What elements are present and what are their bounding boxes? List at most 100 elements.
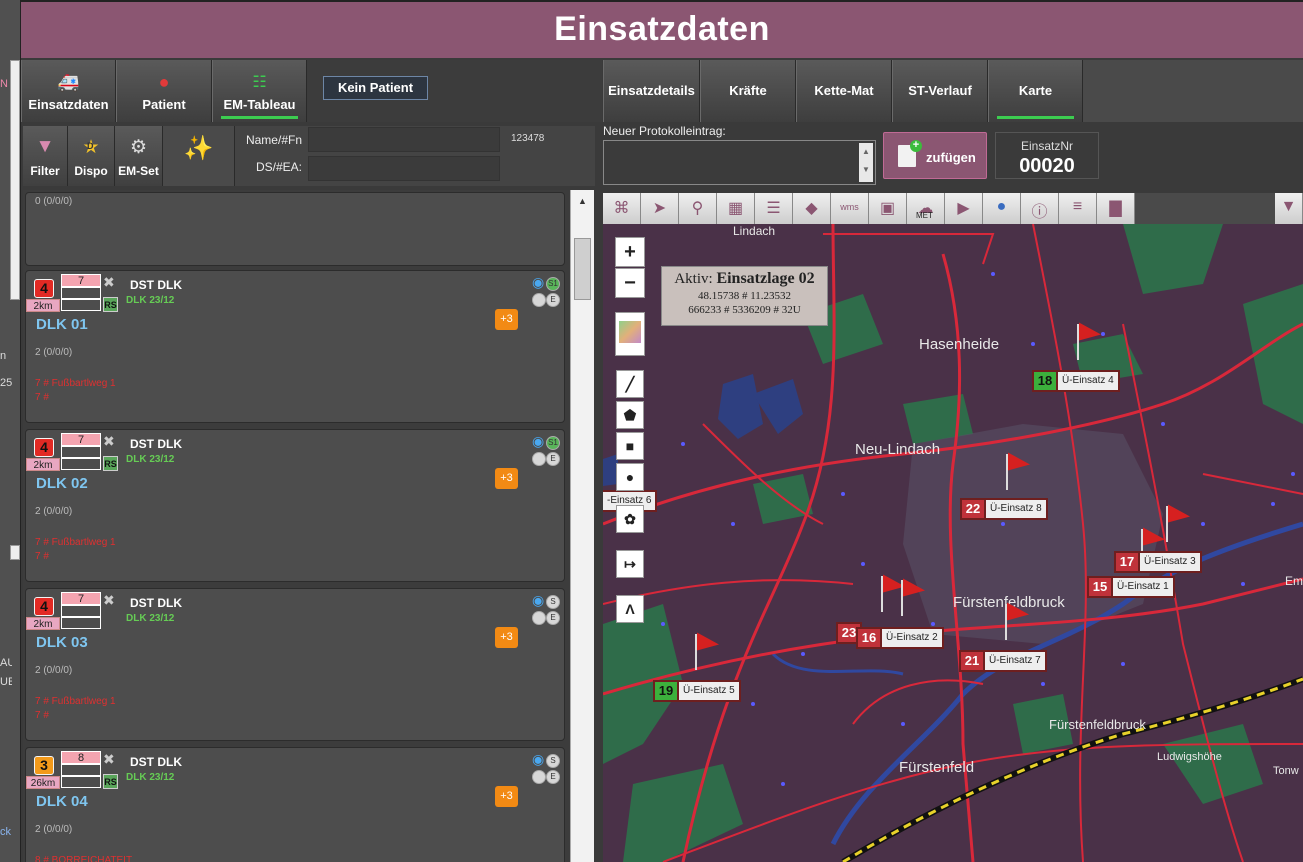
dispo-button[interactable]: ★ D Dispo — [68, 126, 115, 186]
zoom-out-button[interactable]: − — [615, 268, 645, 298]
hierarchy-icon[interactable]: ≡ — [1059, 193, 1097, 224]
pointer-icon[interactable]: ➤ — [641, 193, 679, 224]
status-circle[interactable]: S1 — [546, 436, 560, 450]
plus-button[interactable]: +3 — [495, 627, 518, 648]
met-text: MET — [916, 211, 933, 220]
bar-chart-icon[interactable]: ▇ — [1097, 193, 1135, 224]
incident-flag-icon[interactable] — [1005, 604, 1007, 640]
protocol-input[interactable]: ▲ ▼ — [603, 140, 876, 185]
magic-wand-icon: ✨ — [183, 135, 214, 162]
location-pin-icon[interactable]: ◉ — [532, 274, 544, 291]
incident-flag-icon[interactable] — [1166, 506, 1168, 542]
list-item[interactable]: 4 7 2km ✖ RS DST DLK DLK 23/12 DLK 02 +3… — [25, 429, 565, 582]
left-scrollbar[interactable] — [10, 60, 20, 300]
tab-einsatzdaten[interactable]: 🚑 Einsatzdaten — [21, 60, 116, 122]
incident-marker[interactable]: 22 Ü-Einsatz 8 — [960, 498, 1048, 520]
list-item[interactable]: 0 (0/0/0) — [25, 192, 565, 266]
camera-icon[interactable]: ▣ — [869, 193, 907, 224]
info-icon[interactable]: ⓘ — [1021, 193, 1059, 224]
incident-flag-icon[interactable] — [881, 576, 883, 612]
line-tool-icon[interactable]: ╱ — [616, 370, 644, 398]
circle-tool-icon[interactable]: ● — [616, 463, 644, 491]
incident-flag-icon[interactable] — [901, 580, 903, 616]
caret-up-icon[interactable]: Λ — [616, 595, 644, 623]
status-circle[interactable]: E — [546, 452, 560, 466]
incident-marker[interactable]: 17 Ü-Einsatz 3 — [1114, 551, 1202, 573]
status-circle[interactable]: E — [546, 293, 560, 307]
incident-marker[interactable]: 19 Ü-Einsatz 5 — [653, 680, 741, 702]
film-icon[interactable]: ▦ — [717, 193, 755, 224]
location-pin-icon[interactable]: ◉ — [532, 751, 544, 768]
tab-karte[interactable]: Karte — [988, 60, 1083, 122]
dispo-letter: D — [87, 141, 94, 151]
tab-kette-mat[interactable]: Kette-Mat — [796, 60, 892, 122]
list-item[interactable]: 4 7 2km ✖ RS DST DLK DLK 23/12 DLK 01 +3… — [25, 270, 565, 423]
search-icon[interactable]: ⚲ — [679, 193, 717, 224]
status-circle[interactable]: S — [546, 754, 560, 768]
status-circle[interactable] — [532, 452, 546, 466]
tab-patient[interactable]: ● Patient — [116, 60, 212, 122]
filter-button[interactable]: ▼ Filter — [23, 126, 68, 186]
status-circle[interactable] — [532, 770, 546, 784]
tools-cross-icon: ✖ — [103, 592, 115, 608]
kein-patient-button[interactable]: Kein Patient — [323, 76, 428, 100]
document-icon[interactable]: ☰ — [755, 193, 793, 224]
list-item[interactable]: 4 7 2km ✖ DST DLK DLK 23/12 DLK 03 +3 ◉ … — [25, 588, 565, 741]
incident-flag-icon[interactable] — [695, 634, 697, 670]
location-pin-icon[interactable]: ◉ — [532, 433, 544, 450]
plus-button[interactable]: +3 — [495, 786, 518, 807]
tab-label: Karte — [1018, 83, 1053, 98]
tab-kraefte[interactable]: Kräfte — [700, 60, 796, 122]
empty-slot — [61, 617, 101, 629]
plus-button[interactable]: +3 — [495, 309, 518, 330]
add-icon: + — [910, 140, 922, 152]
location-pin-icon[interactable]: ◉ — [532, 592, 544, 609]
globe-icon[interactable]: ● — [983, 193, 1021, 224]
scroll-thumb[interactable] — [574, 238, 591, 300]
unit-status: 2 (0/0/0) — [35, 824, 73, 835]
wms-icon[interactable]: wms — [831, 193, 869, 224]
tools-cross-icon: ✖ — [103, 433, 115, 449]
tab-st-verlauf[interactable]: ST-Verlauf — [892, 60, 988, 122]
scroll-up-arrow[interactable]: ▲ — [571, 193, 594, 210]
status-circle[interactable] — [532, 611, 546, 625]
list-item[interactable]: 3 8 26km ✖ RS DST DLK DLK 23/12 DLK 04 +… — [25, 747, 565, 862]
left-scrollbar[interactable] — [10, 545, 20, 560]
layers-icon[interactable]: ◆ — [793, 193, 831, 224]
plus-button[interactable]: +3 — [495, 468, 518, 489]
incident-marker[interactable]: 16 Ü-Einsatz 2 — [856, 627, 944, 649]
marker-label: Ü-Einsatz 7 — [985, 650, 1047, 672]
status-circle[interactable]: S — [546, 595, 560, 609]
zufuegen-button[interactable]: + zufügen — [883, 132, 987, 179]
em-set-button[interactable]: ⚙ EM-Set — [115, 126, 163, 186]
ds-input[interactable] — [308, 156, 500, 181]
place-label: Ludwigshöhe — [1157, 751, 1222, 763]
strip-fragment: UE — [0, 676, 12, 688]
color-wheel-icon[interactable]: ✿ — [616, 505, 644, 533]
status-circle[interactable] — [532, 293, 546, 307]
list-scrollbar[interactable]: ▲ — [570, 190, 594, 862]
status-circle[interactable]: S1 — [546, 277, 560, 291]
marker-number: 17 — [1114, 551, 1140, 573]
incident-marker[interactable]: 18 Ü-Einsatz 4 — [1032, 370, 1120, 392]
square-tool-icon[interactable]: ■ — [616, 432, 644, 460]
layer-switcher-button[interactable] — [615, 312, 645, 356]
incident-flag-icon[interactable] — [1077, 324, 1079, 360]
zoom-in-button[interactable]: + — [615, 237, 645, 267]
protocol-scroll[interactable]: ▲ ▼ — [859, 143, 873, 182]
status-circle[interactable]: E — [546, 770, 560, 784]
name-input[interactable] — [308, 127, 500, 152]
tab-einsatzdetails[interactable]: Einsatzdetails — [603, 60, 700, 122]
network-icon[interactable]: ⌘ — [603, 193, 641, 224]
met-cloud-icon[interactable]: ☁ MET — [907, 193, 945, 224]
incident-marker[interactable]: 15 Ü-Einsatz 1 — [1087, 576, 1175, 598]
incident-marker[interactable]: 21 Ü-Einsatz 7 — [959, 650, 1047, 672]
incident-flag-icon[interactable] — [1006, 454, 1008, 490]
polygon-tool-icon[interactable]: ⬟ — [616, 401, 644, 429]
tab-em-tableau[interactable]: ☷ EM-Tableau — [212, 60, 307, 122]
video-icon[interactable]: ▶ — [945, 193, 983, 224]
status-circle[interactable]: E — [546, 611, 560, 625]
filter-icon[interactable]: ▼ — [1275, 193, 1303, 224]
arrow-right-icon[interactable]: ↦ — [616, 550, 644, 578]
unit-type: DST DLK — [130, 278, 182, 292]
